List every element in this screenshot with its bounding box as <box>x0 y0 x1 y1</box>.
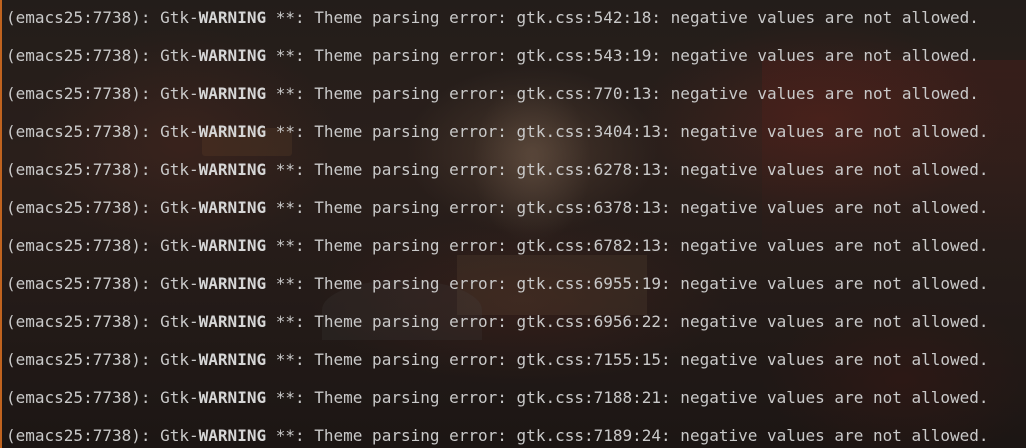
line-prefix: (emacs25:7738): Gtk- <box>6 198 199 217</box>
terminal-line: (emacs25:7738): Gtk-WARNING **: Theme pa… <box>6 270 1026 308</box>
terminal-line: (emacs25:7738): Gtk-WARNING **: Theme pa… <box>6 156 1026 194</box>
terminal-line: (emacs25:7738): Gtk-WARNING **: Theme pa… <box>6 346 1026 384</box>
warning-level: WARNING <box>198 84 267 103</box>
line-message: **: Theme parsing error: gtk.css:543:19:… <box>266 46 979 65</box>
line-message: **: Theme parsing error: gtk.css:3404:13… <box>266 122 989 141</box>
terminal-line: (emacs25:7738): Gtk-WARNING **: Theme pa… <box>6 42 1026 80</box>
line-message: **: Theme parsing error: gtk.css:770:13:… <box>266 84 979 103</box>
terminal-line: (emacs25:7738): Gtk-WARNING **: Theme pa… <box>6 384 1026 422</box>
terminal-line: (emacs25:7738): Gtk-WARNING **: Theme pa… <box>6 80 1026 118</box>
line-prefix: (emacs25:7738): Gtk- <box>6 160 199 179</box>
warning-level: WARNING <box>198 236 267 255</box>
line-prefix: (emacs25:7738): Gtk- <box>6 350 199 369</box>
warning-level: WARNING <box>198 426 267 445</box>
line-message: **: Theme parsing error: gtk.css:6782:13… <box>266 236 989 255</box>
line-prefix: (emacs25:7738): Gtk- <box>6 84 199 103</box>
line-prefix: (emacs25:7738): Gtk- <box>6 236 199 255</box>
terminal-line: (emacs25:7738): Gtk-WARNING **: Theme pa… <box>6 308 1026 346</box>
line-prefix: (emacs25:7738): Gtk- <box>6 122 199 141</box>
line-message: **: Theme parsing error: gtk.css:6955:19… <box>266 274 989 293</box>
terminal-line: (emacs25:7738): Gtk-WARNING **: Theme pa… <box>6 232 1026 270</box>
line-message: **: Theme parsing error: gtk.css:7189:24… <box>266 426 989 445</box>
line-message: **: Theme parsing error: gtk.css:6378:13… <box>266 198 989 217</box>
line-message: **: Theme parsing error: gtk.css:6278:13… <box>266 160 989 179</box>
warning-level: WARNING <box>198 350 267 369</box>
terminal-output: (emacs25:7738): Gtk-WARNING **: Theme pa… <box>2 0 1026 448</box>
line-prefix: (emacs25:7738): Gtk- <box>6 426 199 445</box>
warning-level: WARNING <box>198 8 267 27</box>
line-prefix: (emacs25:7738): Gtk- <box>6 8 199 27</box>
warning-level: WARNING <box>198 312 267 331</box>
warning-level: WARNING <box>198 198 267 217</box>
terminal-line: (emacs25:7738): Gtk-WARNING **: Theme pa… <box>6 118 1026 156</box>
line-message: **: Theme parsing error: gtk.css:6956:22… <box>266 312 989 331</box>
line-message: **: Theme parsing error: gtk.css:7155:15… <box>266 350 989 369</box>
warning-level: WARNING <box>198 122 267 141</box>
line-prefix: (emacs25:7738): Gtk- <box>6 312 199 331</box>
line-prefix: (emacs25:7738): Gtk- <box>6 388 199 407</box>
line-message: **: Theme parsing error: gtk.css:542:18:… <box>266 8 979 27</box>
terminal-line: (emacs25:7738): Gtk-WARNING **: Theme pa… <box>6 4 1026 42</box>
terminal-line: (emacs25:7738): Gtk-WARNING **: Theme pa… <box>6 194 1026 232</box>
warning-level: WARNING <box>198 160 267 179</box>
line-prefix: (emacs25:7738): Gtk- <box>6 46 199 65</box>
line-prefix: (emacs25:7738): Gtk- <box>6 274 199 293</box>
warning-level: WARNING <box>198 274 267 293</box>
terminal-line: (emacs25:7738): Gtk-WARNING **: Theme pa… <box>6 422 1026 448</box>
warning-level: WARNING <box>198 388 267 407</box>
warning-level: WARNING <box>198 46 267 65</box>
terminal-window[interactable]: (emacs25:7738): Gtk-WARNING **: Theme pa… <box>0 0 1026 448</box>
line-message: **: Theme parsing error: gtk.css:7188:21… <box>266 388 989 407</box>
